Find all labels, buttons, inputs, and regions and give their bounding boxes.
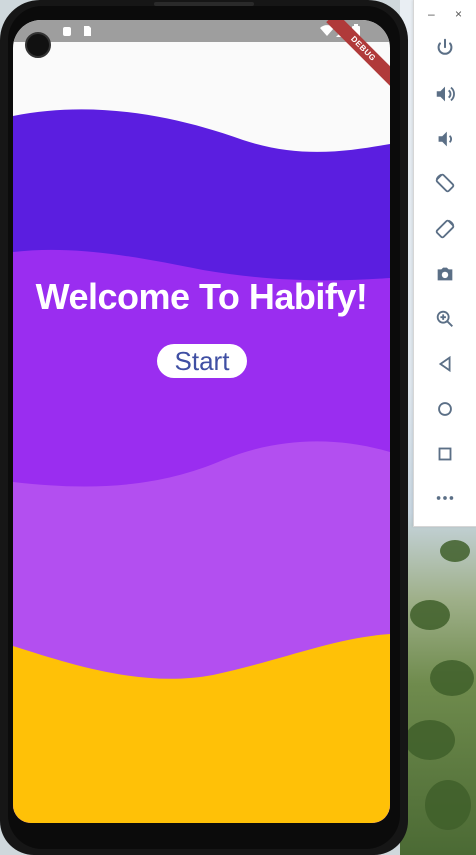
minimize-button[interactable]: – xyxy=(428,6,435,22)
rotate-right-button[interactable] xyxy=(430,214,460,244)
power-icon xyxy=(437,38,453,55)
screenshot-button[interactable] xyxy=(430,259,460,289)
rotate-left-button[interactable] xyxy=(430,168,460,198)
close-button[interactable]: × xyxy=(455,6,462,22)
zoom-icon xyxy=(436,310,453,327)
overview-button[interactable] xyxy=(430,439,460,469)
notification-icon xyxy=(63,27,71,36)
volume-up-icon xyxy=(436,86,455,102)
overview-icon xyxy=(438,447,452,461)
more-icon xyxy=(436,496,454,500)
rotate-left-icon xyxy=(435,173,455,193)
volume-down-icon xyxy=(438,131,452,147)
back-icon xyxy=(438,355,451,373)
wave-background xyxy=(13,109,390,823)
home-icon xyxy=(438,402,452,416)
camera-icon xyxy=(437,267,453,281)
rotate-right-icon xyxy=(435,219,455,239)
back-button[interactable] xyxy=(430,349,460,379)
home-button[interactable] xyxy=(430,394,460,424)
power-button[interactable] xyxy=(430,33,460,63)
start-button[interactable]: Start xyxy=(157,344,247,378)
app-screen: DEBUG Welcome To Habify! Start xyxy=(13,20,390,823)
volume-down-button[interactable] xyxy=(430,124,460,154)
welcome-title: Welcome To Habify! xyxy=(35,276,368,317)
zoom-button[interactable] xyxy=(430,304,460,334)
front-camera xyxy=(25,32,51,58)
more-button[interactable] xyxy=(430,483,460,513)
emulator-toolbar: – × xyxy=(413,0,476,527)
sim-icon xyxy=(84,26,91,36)
phone-frame: DEBUG Welcome To Habify! Start xyxy=(0,0,408,855)
volume-up-button[interactable] xyxy=(430,79,460,109)
